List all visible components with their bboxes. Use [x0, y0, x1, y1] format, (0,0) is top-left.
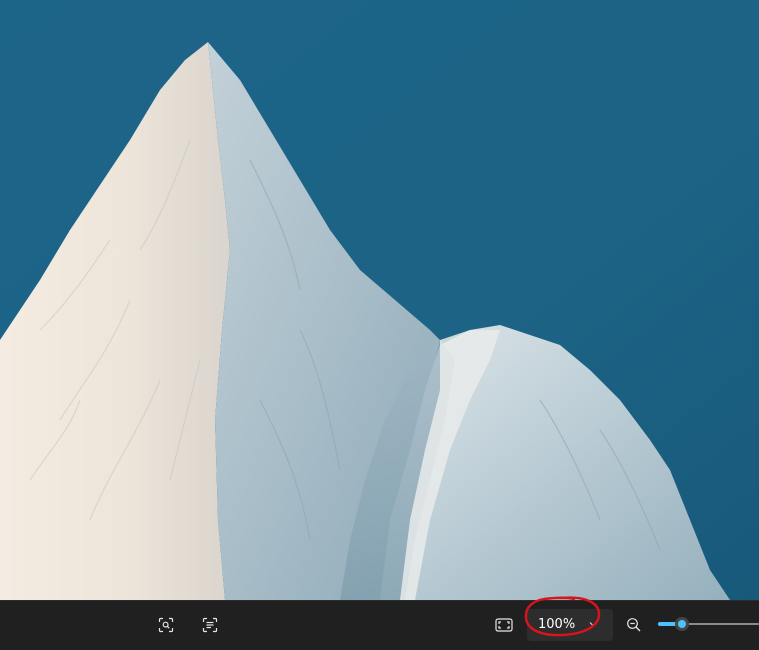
text-recognition-button[interactable]	[195, 610, 225, 640]
zoom-slider-thumb[interactable]	[675, 617, 689, 631]
zoom-level-value: 100%	[538, 617, 576, 632]
fit-to-window-button[interactable]	[489, 610, 519, 640]
bottom-toolbar: 100%	[0, 600, 759, 650]
zoom-level-dropdown[interactable]: 100%	[527, 609, 613, 641]
image-canvas[interactable]	[0, 0, 759, 600]
zoom-out-icon	[627, 618, 641, 632]
fit-to-window-icon	[495, 618, 513, 632]
visual-search-icon	[158, 617, 174, 633]
text-recognition-icon	[202, 617, 218, 633]
zoom-out-button[interactable]	[619, 610, 649, 640]
chevron-down-icon	[589, 622, 597, 627]
zoom-slider[interactable]	[658, 617, 759, 631]
iceberg-photo	[0, 0, 759, 600]
visual-search-button[interactable]	[151, 610, 181, 640]
photo-viewer-window: 100%	[0, 0, 759, 650]
